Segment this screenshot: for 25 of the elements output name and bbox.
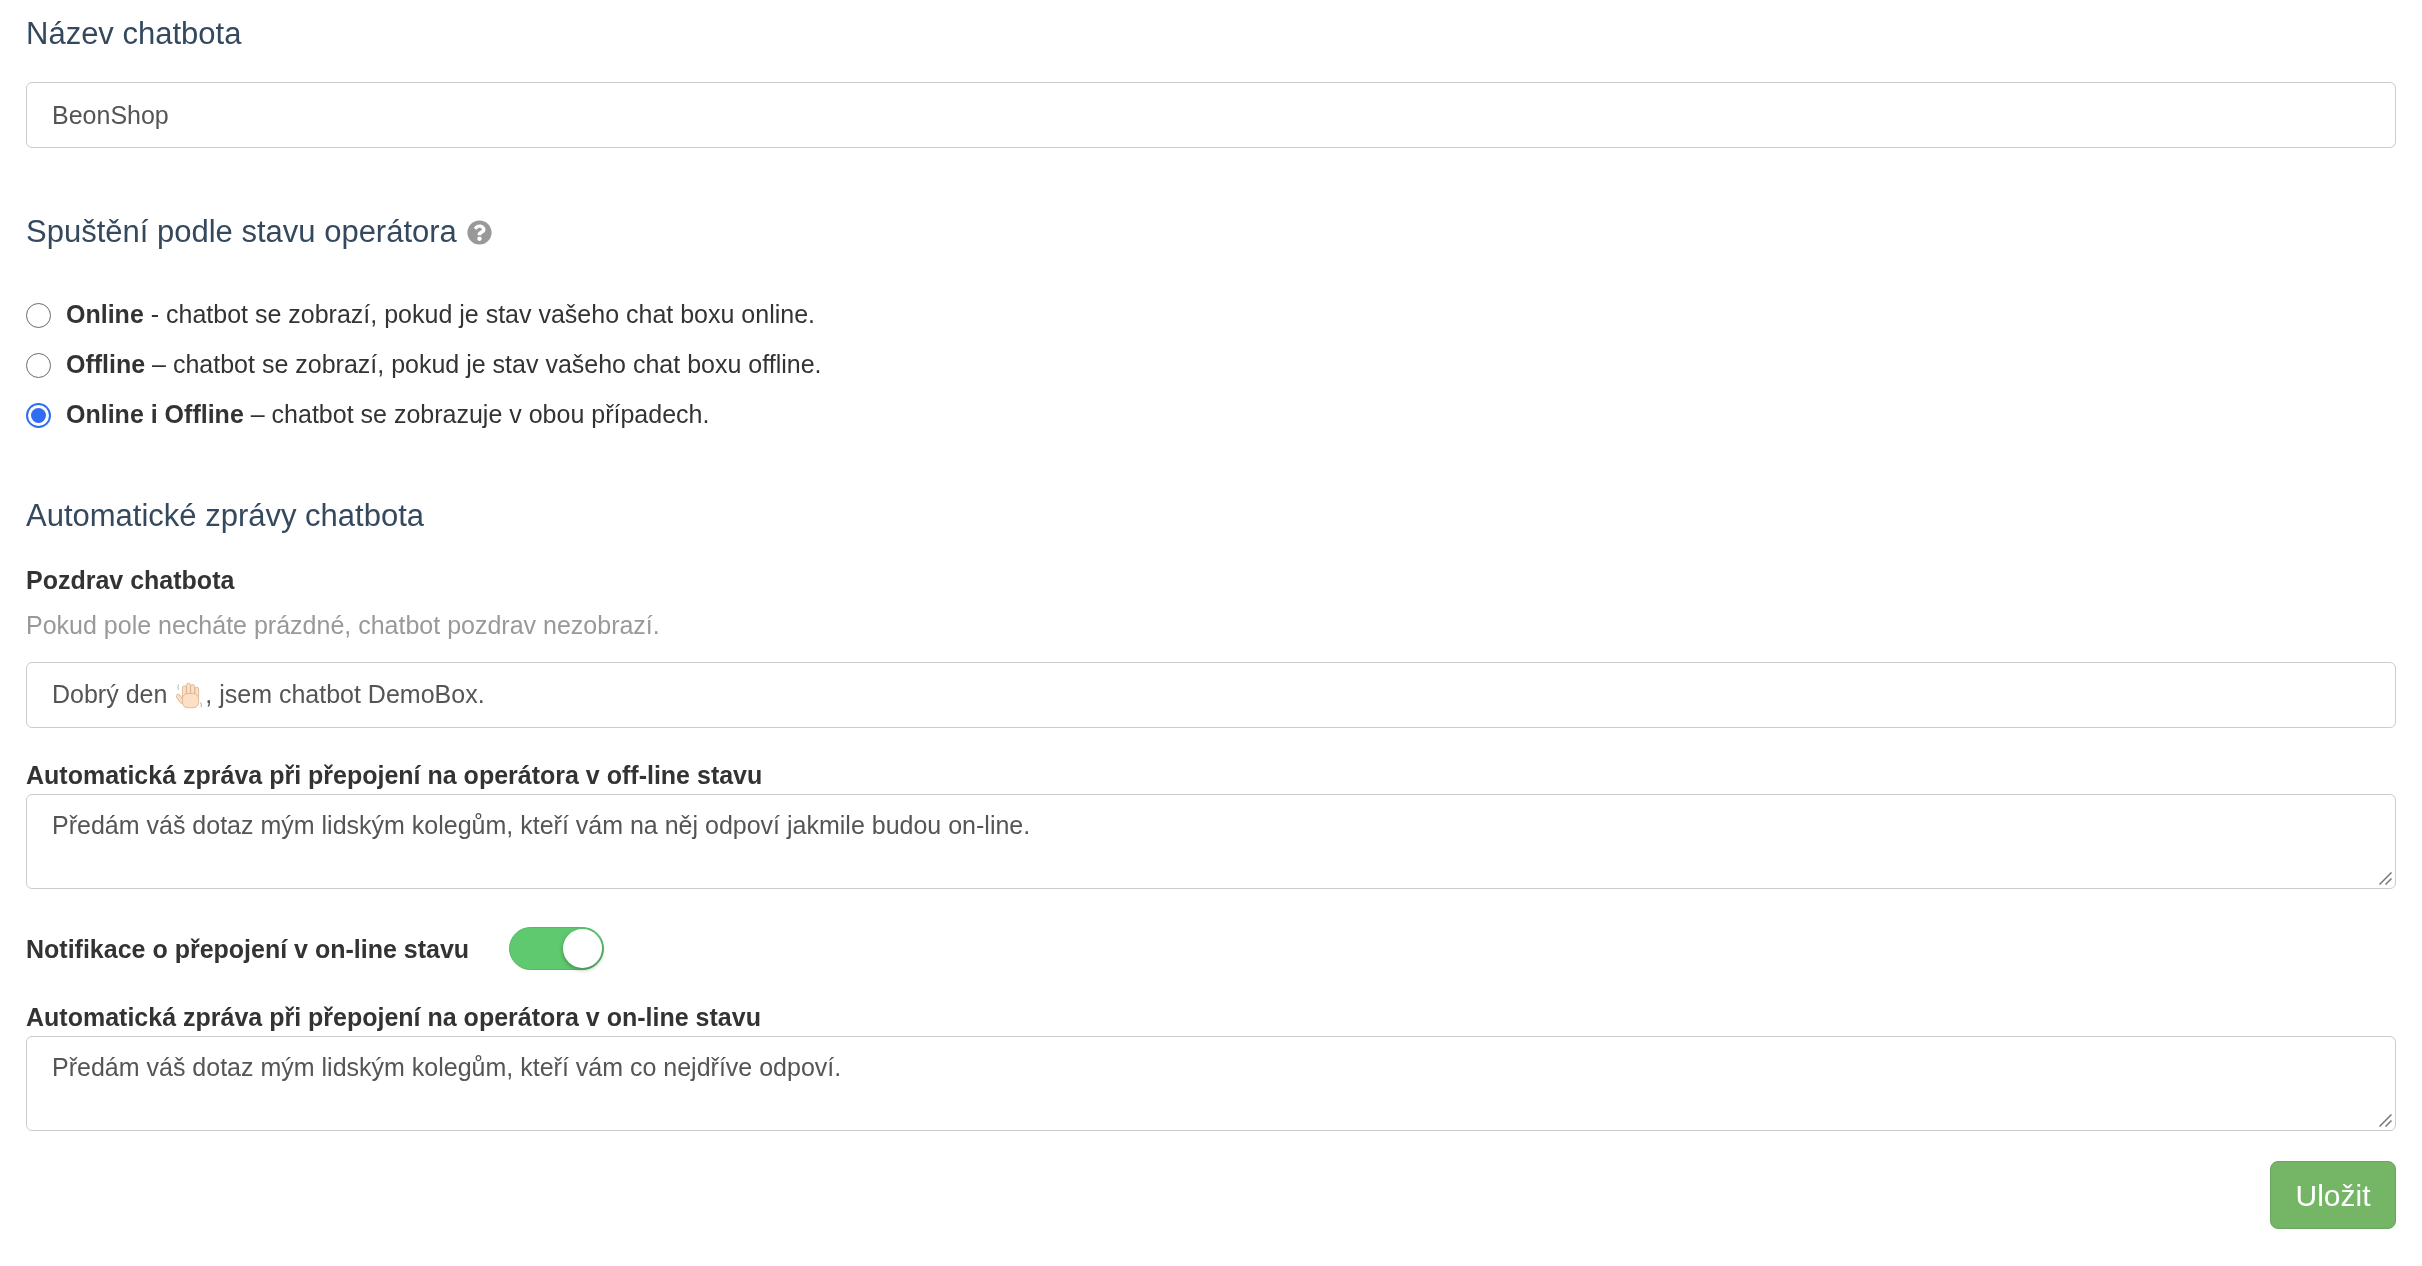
waving-hand-icon [176,681,204,709]
radio-button[interactable] [26,302,51,328]
field-text: Dobrý den [52,679,169,711]
radio-label: Offline – chatbot se zobrazí, pokud je stav vašeho chat boxu offline. [66,349,822,381]
radio-label: Online - chatbot se zobrazí, pokud je stav vašeho chat boxu online. [66,299,816,331]
help-icon[interactable] [466,219,492,245]
toggle-switch[interactable] [509,927,605,970]
resize-handle-icon[interactable] [2379,1114,2392,1127]
greeting-field[interactable]: Dobrý den , jsem chatbot DemoBox. [26,662,2396,728]
field-label: Notifikace o přepojení v on-line stavu [26,933,470,965]
message-textarea[interactable]: Předám váš dotaz mým lidským kolegům, kteří vám na něj odpoví jakmile budou on-line. [26,794,2396,889]
field-label: Pozdrav chatbota [26,565,236,596]
radio-button[interactable] [26,352,51,378]
section-heading: Název chatbota [26,16,243,52]
field-text: , jsem chatbot DemoBox. [205,679,485,711]
resize-handle-icon[interactable] [2379,872,2392,885]
field-label: Automatická zpráva při přepojení na operátora v off-line stavu [26,760,764,791]
hint-text: Pokud pole necháte prázdné, chatbot pozdrav nezobrazí. [26,610,661,641]
field-label: Automatická zpráva při přepojení na operátora v on-line stavu [26,1002,762,1033]
radio-label: Online i Offline – chatbot se zobrazuje v obou případech. [66,399,710,431]
section-heading: Spuštění podle stavu operátora [26,214,457,250]
input-field[interactable]: BeonShop [26,82,2396,148]
section-heading: Automatické zprávy chatbota [26,498,426,534]
radio-button[interactable] [26,402,51,428]
message-textarea[interactable]: Předám váš dotaz mým lidským kolegům, kteří vám co nejdříve odpoví. [26,1036,2396,1131]
